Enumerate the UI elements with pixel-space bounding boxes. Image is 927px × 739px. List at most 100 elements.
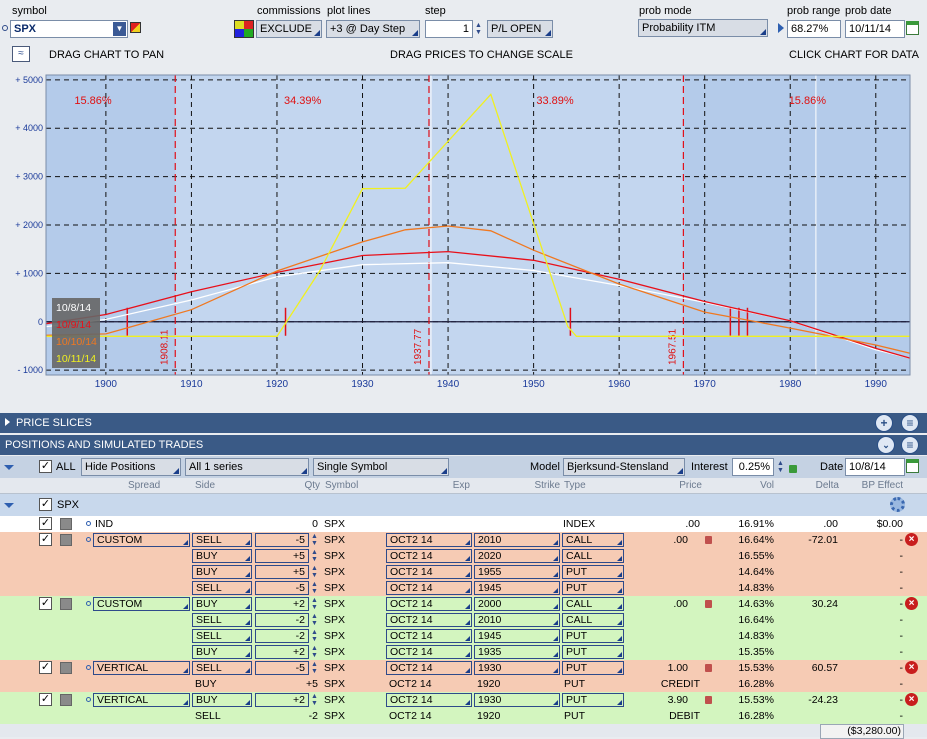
price-lock-icon[interactable]: [705, 696, 712, 704]
col-spread[interactable]: Spread: [128, 479, 160, 493]
qty-input[interactable]: -2: [255, 629, 309, 643]
exp-select[interactable]: OCT2 14: [386, 645, 472, 659]
type-select[interactable]: PUT: [562, 629, 624, 643]
row-checkbox[interactable]: ✓: [39, 693, 52, 706]
commissions-select[interactable]: EXCLUDE: [256, 20, 322, 38]
prob-mode-select[interactable]: Probability ITM: [638, 19, 768, 37]
qty-input[interactable]: -2: [255, 613, 309, 627]
remove-position-icon[interactable]: ×: [905, 661, 918, 674]
row-marker-icon[interactable]: [60, 534, 72, 546]
qty-spinner-icon[interactable]: ▲ ▼: [310, 661, 319, 675]
col-delta[interactable]: Delta: [795, 479, 839, 493]
position-leg-row[interactable]: ✓ VERTICAL BUY +2 ▲ ▼ OCT2 14 1930 PUT SPX 3.90 15.…: [0, 692, 927, 708]
strike-select[interactable]: 1945: [474, 629, 560, 643]
color-grid-icon[interactable]: [234, 20, 254, 38]
position-leg-row[interactable]: BUY +5 ▲ ▼ OCT2 14 1955 PUT SPX 14.64% -: [0, 564, 927, 580]
plot-lines-select[interactable]: +3 @ Day Step: [326, 20, 420, 38]
row-checkbox[interactable]: ✓: [39, 597, 52, 610]
col-bp-effect[interactable]: BP Effect: [845, 479, 903, 493]
add-slice-icon[interactable]: +: [875, 414, 893, 432]
positions-menu-icon[interactable]: ≡: [901, 436, 919, 454]
side-select[interactable]: SELL: [192, 581, 252, 595]
spread-select[interactable]: CUSTOM: [93, 597, 190, 611]
qty-input[interactable]: -5: [255, 661, 309, 675]
row-marker-icon[interactable]: [60, 662, 72, 674]
position-leg-row[interactable]: ✓ CUSTOM SELL -5 ▲ ▼ OCT2 14 2010 CALL SPX .00 16.6…: [0, 532, 927, 548]
interest-input[interactable]: 0.25%: [732, 458, 774, 476]
prob-range-input[interactable]: 68.27%: [787, 20, 841, 38]
qty-spinner-icon[interactable]: ▲ ▼: [310, 693, 319, 707]
position-leg-row[interactable]: ✓ CUSTOM BUY +2 ▲ ▼ OCT2 14 2000 CALL SPX .00 14.63…: [0, 596, 927, 612]
side-select[interactable]: BUY: [192, 565, 252, 579]
col-type[interactable]: Type: [564, 479, 586, 493]
exp-select[interactable]: OCT2 14: [386, 597, 472, 611]
type-select[interactable]: CALL: [562, 533, 624, 547]
model-select[interactable]: Bjerksund-Stensland: [563, 458, 685, 476]
exp-select[interactable]: OCT2 14: [386, 629, 472, 643]
play-arrow-icon[interactable]: [778, 23, 784, 33]
expand-arrow-icon[interactable]: [5, 418, 10, 426]
type-select[interactable]: CALL: [562, 613, 624, 627]
prob-date-input[interactable]: 10/11/14: [845, 20, 905, 38]
link-dot-icon[interactable]: [86, 601, 91, 606]
settings-gear-icon[interactable]: [890, 497, 905, 512]
spread-select[interactable]: VERTICAL: [93, 693, 190, 707]
slice-menu-icon[interactable]: ≡: [901, 414, 919, 432]
position-leg-row[interactable]: SELL -2 ▲ ▼ OCT2 14 1945 PUT SPX 14.83% -: [0, 628, 927, 644]
row-checkbox[interactable]: ✓: [39, 533, 52, 546]
type-select[interactable]: PUT: [562, 645, 624, 659]
exp-select[interactable]: OCT2 14: [386, 533, 472, 547]
price-slices-bar[interactable]: PRICE SLICES + ≡: [0, 413, 927, 433]
exp-select[interactable]: OCT2 14: [386, 549, 472, 563]
side-select[interactable]: SELL: [192, 629, 252, 643]
exp-select[interactable]: OCT2 14: [386, 693, 472, 707]
remove-position-icon[interactable]: ×: [905, 597, 918, 610]
strike-select[interactable]: 1930: [474, 661, 560, 675]
strike-select[interactable]: 1945: [474, 581, 560, 595]
qty-spinner-icon[interactable]: ▲ ▼: [310, 565, 319, 579]
strike-select[interactable]: 2020: [474, 549, 560, 563]
side-select[interactable]: BUY: [192, 597, 252, 611]
side-select[interactable]: SELL: [192, 661, 252, 675]
link-dot-icon[interactable]: [86, 521, 91, 526]
position-leg-row[interactable]: SELL -2 OCT2 14 1920 PUT SPX DEBIT 16.28% -: [0, 708, 927, 724]
col-price[interactable]: Price: [660, 479, 702, 493]
type-select[interactable]: PUT: [562, 661, 624, 675]
collapse-group-icon[interactable]: [4, 503, 14, 508]
type-select[interactable]: CALL: [562, 549, 624, 563]
exp-select[interactable]: OCT2 14: [386, 661, 472, 675]
qty-spinner-icon[interactable]: ▲ ▼: [310, 645, 319, 659]
type-select[interactable]: PUT: [562, 693, 624, 707]
link-icon[interactable]: [2, 25, 8, 31]
exp-select[interactable]: OCT2 14: [386, 613, 472, 627]
col-strike[interactable]: Strike: [520, 479, 560, 493]
row-checkbox[interactable]: ✓: [39, 517, 52, 530]
exp-select[interactable]: OCT2 14: [386, 565, 472, 579]
qty-input[interactable]: -5: [255, 581, 309, 595]
price-lock-icon[interactable]: [705, 600, 712, 608]
price-lock-icon[interactable]: [705, 536, 712, 544]
step-input[interactable]: 1: [425, 20, 473, 38]
col-side[interactable]: Side: [195, 479, 215, 493]
qty-input[interactable]: +2: [255, 597, 309, 611]
row-marker-icon[interactable]: [60, 694, 72, 706]
spread-select[interactable]: CUSTOM: [93, 533, 190, 547]
row-marker-icon[interactable]: [60, 598, 72, 610]
position-leg-row[interactable]: SELL -2 ▲ ▼ OCT2 14 2010 CALL SPX 16.64% -: [0, 612, 927, 628]
side-select[interactable]: SELL: [192, 533, 252, 547]
row-checkbox[interactable]: ✓: [39, 661, 52, 674]
lock-icon[interactable]: [789, 465, 797, 473]
collapse-icon[interactable]: ⌄: [877, 436, 895, 454]
pl-chart[interactable]: + 5000 + 4000 + 3000 + 2000 + 1000 0 - 1000 190…: [0, 70, 927, 410]
position-leg-row[interactable]: SELL -5 ▲ ▼ OCT2 14 1945 PUT SPX 14.83% -: [0, 580, 927, 596]
hide-positions-select[interactable]: Hide Positions: [81, 458, 181, 476]
position-leg-row[interactable]: BUY +2 ▲ ▼ OCT2 14 1935 PUT SPX 15.35% -: [0, 644, 927, 660]
strike-select[interactable]: 2000: [474, 597, 560, 611]
strike-select[interactable]: 2010: [474, 613, 560, 627]
side-select[interactable]: BUY: [192, 693, 252, 707]
col-exp[interactable]: Exp: [430, 479, 470, 493]
row-marker-icon[interactable]: [60, 518, 72, 530]
positions-bar[interactable]: POSITIONS AND SIMULATED TRADES ⌄ ≡: [0, 435, 927, 455]
dropdown-icon[interactable]: ▼: [113, 22, 126, 36]
side-select[interactable]: BUY: [192, 645, 252, 659]
